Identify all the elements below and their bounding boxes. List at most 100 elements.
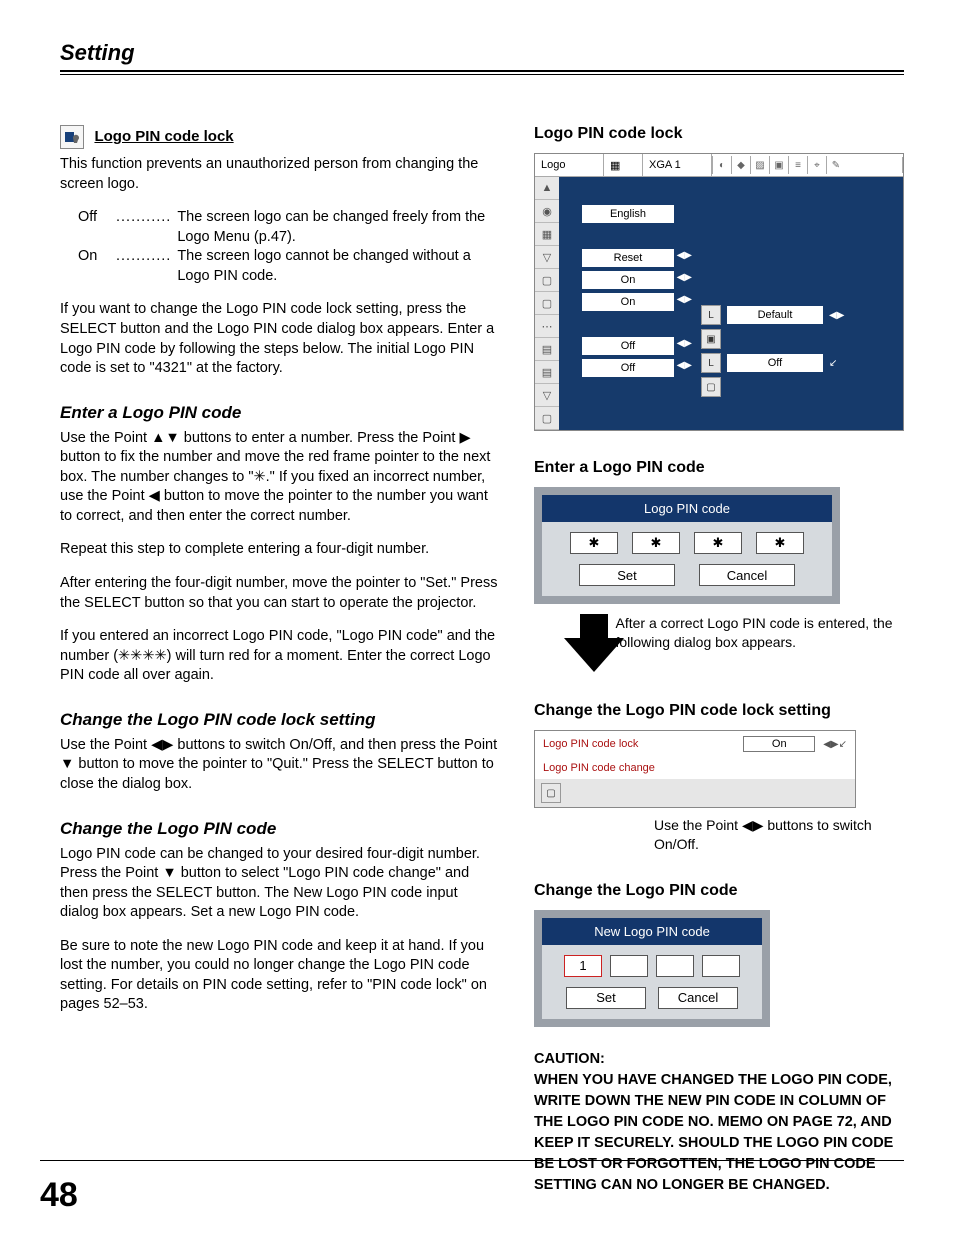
new-pin-dialog: New Logo PIN code 1 Set Cancel (534, 910, 770, 1027)
new-pin-cancel-button[interactable]: Cancel (658, 987, 738, 1009)
submenu-lock-icon: L (701, 353, 721, 373)
change-code-p1: Logo PIN code can be changed to your des… (60, 845, 500, 923)
new-pin-cell-2[interactable] (610, 955, 648, 977)
option-off-val: The screen logo can be changed freely fr… (171, 208, 500, 247)
caution-block: CAUTION: WHEN YOU HAVE CHANGED THE LOGO … (534, 1049, 904, 1196)
lr-arrows-icon: ◀▶ (677, 294, 692, 305)
pin-cancel-button[interactable]: Cancel (699, 564, 795, 586)
option-on-dots: ........... (116, 247, 171, 286)
option-off-key: Off (78, 208, 116, 247)
menu-row-icon: ◉ (535, 200, 559, 223)
heading-change-setting: Change the Logo PIN code lock setting (60, 710, 500, 730)
right-column: Logo PIN code lock Logo ▦ XGA 1 ◐◆▨▣≡⌖✎ … (534, 125, 904, 1196)
logo-pin-dialog: Logo PIN code ✱ ✱ ✱ ✱ Set Cancel (534, 487, 840, 604)
new-pin-title: New Logo PIN code (542, 918, 762, 945)
pin-dialog-title: Logo PIN code (542, 495, 832, 522)
menu-titlebar: Logo ▦ XGA 1 ◐◆▨▣≡⌖✎ (535, 154, 903, 177)
menu-row-icon: ⋯ (535, 315, 559, 338)
settings-menu-screenshot: Logo ▦ XGA 1 ◐◆▨▣≡⌖✎ ▲ ◉ ▦ ▽ ▢ ▢ (534, 153, 904, 431)
enter-pin-p2: Repeat this step to complete entering a … (60, 540, 500, 560)
option-on-row: On ........... The screen logo cannot be… (78, 247, 500, 286)
right-head-enter: Enter a Logo PIN code (534, 459, 904, 477)
toolbar-icon: ▨ (750, 156, 769, 174)
intro-paragraph: This function prevents an unauthorized p… (60, 155, 500, 194)
footer-rule (40, 1160, 904, 1161)
menu-row-icon: ▢ (535, 269, 559, 292)
menu-row-icon: ▤ (535, 361, 559, 384)
menu-row-icon: ▢ (535, 292, 559, 315)
lr-arrows-icon: ◀▶ (677, 272, 692, 283)
feature-heading-row: Logo PIN code lock (60, 125, 500, 149)
submenu-l-icon: L (701, 305, 721, 325)
pin-cell-1[interactable]: ✱ (570, 532, 618, 554)
lr-arrows-icon: ◀▶ (677, 250, 692, 261)
toolbar-icon: ≡ (788, 156, 807, 174)
menu-row-icon: ▢ (535, 407, 559, 430)
after-note-text: After a correct Logo PIN code is entered… (616, 614, 905, 652)
menu-title-icon: ▦ (604, 154, 643, 176)
heading-enter-pin: Enter a Logo PIN code (60, 403, 500, 423)
option-off-row: Off ........... The screen logo can be c… (78, 208, 500, 247)
heading-change-code: Change the Logo PIN code (60, 819, 500, 839)
menu-submenu-col: LDefault◀▶ ▣ LOff↙ ▢ (697, 177, 903, 430)
option-on-key: On (78, 247, 116, 286)
pin-cell-3[interactable]: ✱ (694, 532, 742, 554)
change-setting-p: Use the Point ◀▶ buttons to switch On/Of… (60, 736, 500, 795)
feature-title: Logo PIN code lock (94, 128, 233, 145)
menu-val-reset: Reset◀▶ (582, 249, 674, 267)
menu-title-toolbar: ◐◆▨▣≡⌖✎ (712, 157, 903, 173)
right-head-change-setting: Change the Logo PIN code lock setting (534, 702, 904, 720)
logo-lock-icon (60, 125, 84, 149)
page-number: 48 (40, 1176, 78, 1215)
menu-val-off1: Off◀▶ (582, 337, 674, 355)
right-head-lock: Logo PIN code lock (534, 125, 904, 143)
submenu-capture-icon: ▣ (701, 329, 721, 349)
new-pin-cell-1[interactable]: 1 (564, 955, 602, 977)
menu-val-english: English (582, 205, 674, 223)
pin-cell-2[interactable]: ✱ (632, 532, 680, 554)
lock-row2-label: Logo PIN code change (543, 762, 847, 774)
menu-title-src: XGA 1 (643, 154, 712, 176)
lr-arrows-icon: ◀▶↙ (823, 739, 847, 750)
toolbar-icon: ◆ (731, 156, 750, 174)
page-header-title: Setting (60, 40, 904, 66)
option-off-dots: ........... (116, 208, 171, 247)
menu-row-icon: ▽ (535, 246, 559, 269)
menu-values-col: English Reset◀▶ On◀▶ On◀▶ Off◀▶ Off◀▶ (559, 177, 697, 430)
lr-arrows-icon: ◀▶ (677, 360, 692, 371)
pin-cell-4[interactable]: ✱ (756, 532, 804, 554)
lock-quit-icon[interactable]: ▢ (541, 783, 561, 803)
lock-row1-label: Logo PIN code lock (543, 738, 735, 750)
header-rule-thin (60, 74, 904, 75)
enter-pin-p4: If you entered an incorrect Logo PIN cod… (60, 627, 500, 686)
lock-setting-dialog: Logo PIN code lock On ◀▶↙ Logo PIN code … (534, 730, 856, 808)
new-pin-cell-3[interactable] (656, 955, 694, 977)
paragraph-change-setting-intro: If you want to change the Logo PIN code … (60, 300, 500, 378)
menu-row-icon: ▤ (535, 338, 559, 361)
submenu-quit-icon: ▢ (701, 377, 721, 397)
menu-title-logo: Logo (535, 154, 604, 176)
option-on-val: The screen logo cannot be changed withou… (171, 247, 500, 286)
menu-row-icon: ▦ (535, 223, 559, 246)
toolbar-icon: ✎ (826, 156, 845, 174)
menu-row-icon: ▲ (535, 177, 559, 200)
menu-val-on1: On◀▶ (582, 271, 674, 289)
menu-val-on2: On◀▶ (582, 293, 674, 311)
menu-row-icon: ▽ (535, 384, 559, 407)
toolbar-icon: ⌖ (807, 156, 826, 174)
menu-val-off2: Off◀▶ (582, 359, 674, 377)
new-pin-set-button[interactable]: Set (566, 987, 646, 1009)
down-arrow-icon (564, 614, 602, 674)
caution-text: WHEN YOU HAVE CHANGED THE LOGO PIN CODE,… (534, 1072, 893, 1193)
lr-arrows-icon: ◀▶ (677, 338, 692, 349)
left-column: Logo PIN code lock This function prevent… (60, 125, 500, 1196)
lock-row1-value[interactable]: On (743, 736, 815, 752)
enter-pin-p1: Use the Point ▲▼ buttons to enter a numb… (60, 429, 500, 527)
caution-label: CAUTION: (534, 1051, 605, 1067)
submenu-default: Default (727, 306, 823, 324)
new-pin-cell-4[interactable] (702, 955, 740, 977)
lock-note: Use the Point ◀▶ buttons to switch On/Of… (654, 816, 904, 854)
pin-set-button[interactable]: Set (579, 564, 675, 586)
after-note-row: After a correct Logo PIN code is entered… (534, 614, 904, 674)
header-rule-thick (60, 70, 904, 72)
